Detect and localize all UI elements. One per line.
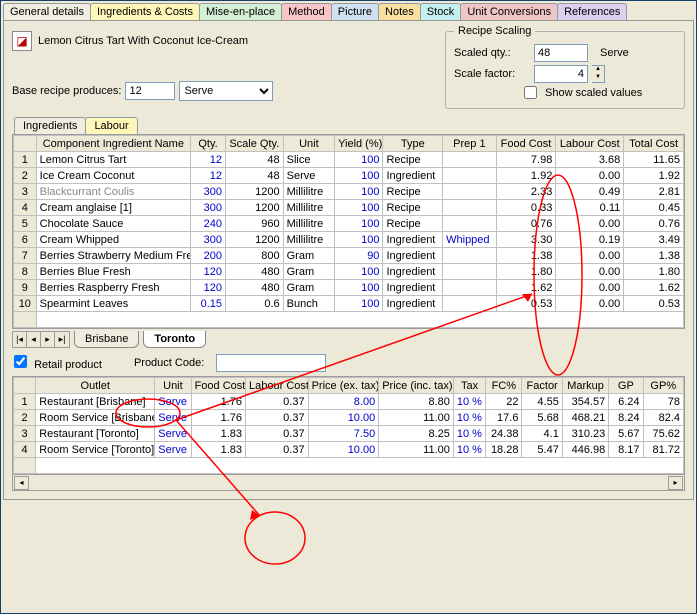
scroll-right-icon[interactable]: ▸ [668, 476, 683, 490]
sheet-nav-first-icon[interactable]: |◂ [13, 332, 27, 347]
column-header[interactable]: Food Cost [496, 136, 556, 152]
ingredients-costs-panel: ◪ Lemon Citrus Tart With Coconut Ice-Cre… [3, 20, 694, 500]
column-header[interactable]: Total Cost [624, 136, 684, 152]
scale-factor-label: Scale factor: [454, 68, 530, 80]
scaled-unit: Serve [600, 47, 629, 59]
table-row[interactable]: 6Cream Whipped3001200Millilitre100Ingred… [14, 232, 684, 248]
column-header[interactable]: GP [609, 378, 643, 394]
tab-mise-en-place[interactable]: Mise-en-place [199, 3, 282, 20]
column-header[interactable]: Type [383, 136, 443, 152]
column-header[interactable]: Price (inc. tax) [379, 378, 454, 394]
show-scaled-checkbox[interactable] [524, 86, 537, 99]
spinner-down-icon[interactable]: ▼ [592, 74, 604, 82]
base-recipe-unit[interactable]: Serve [179, 81, 273, 101]
product-code-input[interactable] [216, 354, 326, 372]
column-header[interactable]: GP% [643, 378, 683, 394]
scale-factor-spinner[interactable]: ▲▼ [592, 65, 605, 83]
table-row[interactable]: 9Berries Raspberry Fresh120480Gram100Ing… [14, 280, 684, 296]
sheet-nav-last-icon[interactable]: ▸| [55, 332, 69, 347]
column-header[interactable]: Unit [155, 378, 191, 394]
base-recipe-label: Base recipe produces: [12, 85, 121, 97]
tab-ingredients-costs[interactable]: Ingredients & Costs [90, 3, 200, 20]
table-row[interactable]: 3Blackcurrant Coulis3001200Millilitre100… [14, 184, 684, 200]
scale-factor-input[interactable] [534, 65, 588, 83]
scroll-left-icon[interactable]: ◂ [14, 476, 29, 490]
column-header[interactable]: Qty. [191, 136, 226, 152]
outlets-grid[interactable]: OutletUnitFood CostLabour CostPrice (ex.… [12, 376, 685, 475]
table-row[interactable]: 1Restaurant [Brisbane]Serve1.760.378.008… [14, 394, 684, 410]
main-tab-bar: General details Ingredients & Costs Mise… [1, 1, 696, 20]
sheet-tab-brisbane[interactable]: Brisbane [74, 331, 139, 348]
tab-references[interactable]: References [557, 3, 627, 20]
table-row[interactable]: 2Room Service [Brisbane]Serve1.760.3710.… [14, 410, 684, 426]
column-header[interactable]: FC% [486, 378, 522, 394]
retail-product-check[interactable]: Retail product [14, 355, 102, 371]
tab-stock[interactable]: Stock [420, 3, 462, 20]
column-header[interactable] [14, 378, 36, 394]
column-header[interactable] [14, 136, 37, 152]
column-header[interactable]: Unit [283, 136, 334, 152]
retail-product-label: Retail product [34, 359, 102, 371]
sheet-nav-next-icon[interactable]: ▸ [41, 332, 55, 347]
sheet-nav[interactable]: |◂ ◂ ▸ ▸| [12, 331, 70, 348]
recipe-icon: ◪ [12, 31, 32, 51]
subtab-ingredients[interactable]: Ingredients [14, 117, 86, 134]
tab-general-details[interactable]: General details [3, 3, 91, 20]
column-header[interactable]: Food Cost [191, 378, 245, 394]
column-header[interactable]: Prep 1 [443, 136, 497, 152]
base-recipe-qty[interactable] [125, 82, 175, 100]
sheet-nav-prev-icon[interactable]: ◂ [27, 332, 41, 347]
column-header[interactable]: Labour Cost [556, 136, 624, 152]
show-scaled-label: Show scaled values [545, 87, 642, 99]
outlets-hscroll[interactable]: ◂ ▸ [12, 475, 685, 491]
table-row[interactable]: 5Chocolate Sauce240960Millilitre100Recip… [14, 216, 684, 232]
product-code-label: Product Code: [134, 357, 204, 369]
scaled-qty-label: Scaled qty.: [454, 47, 530, 59]
scaling-legend: Recipe Scaling [454, 25, 535, 37]
column-header[interactable]: Scale Qty. [226, 136, 284, 152]
subtab-labour[interactable]: Labour [85, 117, 137, 134]
table-row[interactable]: 8Berries Blue Fresh120480Gram100Ingredie… [14, 264, 684, 280]
scaled-qty-input[interactable] [534, 44, 588, 62]
location-sheet-tabs: |◂ ◂ ▸ ▸| Brisbane Toronto [12, 331, 685, 348]
sheet-tab-toronto[interactable]: Toronto [143, 331, 206, 348]
table-row[interactable]: 10Spearmint Leaves0.150.6Bunch100Ingredi… [14, 296, 684, 312]
retail-product-checkbox[interactable] [14, 355, 27, 368]
table-row[interactable]: 1Lemon Citrus Tart1248Slice100Recipe7.98… [14, 152, 684, 168]
recipe-scaling-group: Recipe Scaling Scaled qty.: Serve Scale … [445, 25, 685, 109]
column-header[interactable]: Markup [562, 378, 608, 394]
column-header[interactable]: Tax [453, 378, 485, 394]
recipe-name: Lemon Citrus Tart With Coconut Ice-Cream [38, 35, 248, 47]
tab-notes[interactable]: Notes [378, 3, 421, 20]
table-row[interactable]: 7Berries Strawberry Medium Fre200800Gram… [14, 248, 684, 264]
tab-unit-conversions[interactable]: Unit Conversions [460, 3, 558, 20]
table-row[interactable]: 2Ice Cream Coconut1248Serve100Ingredient… [14, 168, 684, 184]
table-row[interactable]: 4Room Service [Toronto]Serve1.830.3710.0… [14, 442, 684, 458]
ingredients-subtabs: Ingredients Labour [14, 117, 687, 134]
column-header[interactable]: Labour Cost [246, 378, 309, 394]
spinner-up-icon[interactable]: ▲ [592, 66, 604, 74]
column-header[interactable]: Component Ingredient Name [36, 136, 190, 152]
tab-picture[interactable]: Picture [331, 3, 379, 20]
column-header[interactable]: Factor [522, 378, 562, 394]
column-header[interactable]: Yield (%) [335, 136, 383, 152]
column-header[interactable]: Price (ex. tax) [308, 378, 379, 394]
column-header[interactable]: Outlet [36, 378, 155, 394]
ingredients-grid[interactable]: Component Ingredient NameQty.Scale Qty.U… [12, 134, 685, 329]
table-row[interactable]: 4Cream anglaise [1]3001200Millilitre100R… [14, 200, 684, 216]
table-row[interactable]: 3Restaurant [Toronto]Serve1.830.377.508.… [14, 426, 684, 442]
tab-method[interactable]: Method [281, 3, 332, 20]
